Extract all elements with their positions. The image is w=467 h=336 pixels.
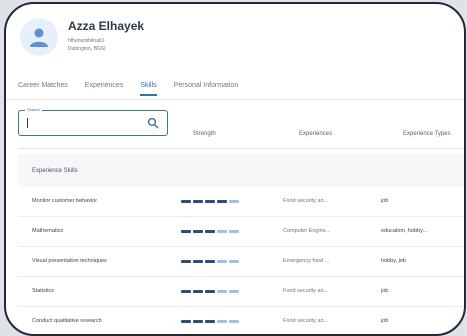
- header-divider: [18, 148, 464, 149]
- strength-segment-filled: [181, 320, 191, 323]
- strength-bar: [181, 230, 239, 233]
- section-title: Experience Skills: [32, 168, 78, 174]
- avatar: [20, 18, 58, 56]
- strength-segment-filled: [181, 290, 191, 293]
- user-icon: [30, 28, 48, 47]
- strength-segment-empty: [229, 230, 239, 233]
- column-header-experiences[interactable]: Experiences: [299, 131, 332, 137]
- strength-segment-empty: [217, 320, 227, 323]
- skill-name: Conduct qualitative research: [32, 318, 102, 324]
- text-cursor: [27, 118, 28, 128]
- strength-segment-filled: [193, 260, 203, 263]
- skill-experience-type: hobby, job: [381, 258, 406, 264]
- skill-experience: Food security an...: [283, 288, 329, 294]
- strength-segment-empty: [229, 290, 239, 293]
- strength-segment-filled: [205, 320, 215, 323]
- profile-location: Dubington, BGSI: [68, 46, 106, 52]
- tabs-divider: [6, 99, 464, 100]
- skill-experience-type: education, hobby...: [381, 228, 428, 234]
- strength-bar: [181, 200, 239, 203]
- column-header-strength[interactable]: Strength: [193, 131, 216, 137]
- table-row[interactable]: Visual presentation techniques Emergency…: [18, 247, 464, 277]
- strength-segment-empty: [229, 320, 239, 323]
- skill-experience: Food security an...: [283, 198, 329, 204]
- tab-personal-information[interactable]: Personal Information: [174, 82, 239, 96]
- search-label: Search: [25, 107, 42, 113]
- search-input[interactable]: [25, 116, 143, 129]
- strength-segment-filled: [181, 200, 191, 203]
- profile-name: Azza Elhayek: [68, 19, 145, 33]
- strength-segment-filled: [181, 260, 191, 263]
- column-header-experience-types[interactable]: Experience Types: [403, 131, 451, 137]
- section-header: Experience Skills: [18, 154, 464, 187]
- skill-experience-type: job: [381, 198, 389, 204]
- tab-skills[interactable]: Skills: [140, 82, 157, 96]
- tab-career-matches[interactable]: Career Matches: [18, 82, 68, 96]
- skill-name: Mathematics: [32, 228, 64, 234]
- strength-bar: [181, 260, 239, 263]
- profile-email: hfhensmihilnab1: [68, 38, 105, 44]
- strength-segment-filled: [181, 230, 191, 233]
- skill-experience-type: job: [381, 318, 389, 324]
- strength-segment-filled: [193, 200, 203, 203]
- skill-name: Monitor customer behavior: [32, 198, 98, 204]
- strength-segment-filled: [193, 230, 203, 233]
- strength-segment-filled: [205, 230, 215, 233]
- skill-experience: Food security an...: [283, 318, 329, 324]
- skill-experience: Computer Engine...: [283, 228, 331, 234]
- strength-segment-empty: [229, 260, 239, 263]
- strength-segment-empty: [217, 230, 227, 233]
- strength-segment-filled: [217, 200, 227, 203]
- strength-segment-filled: [193, 290, 203, 293]
- strength-segment-empty: [217, 290, 227, 293]
- strength-bar: [181, 320, 239, 323]
- skill-name: Statistics: [32, 288, 55, 294]
- strength-segment-filled: [205, 200, 215, 203]
- tab-bar: Career Matches Experiences Skills Person…: [18, 82, 238, 96]
- strength-segment-filled: [205, 260, 215, 263]
- tab-experiences[interactable]: Experiences: [85, 82, 124, 96]
- search-icon[interactable]: [147, 117, 159, 129]
- strength-segment-empty: [229, 200, 239, 203]
- strength-bar: [181, 290, 239, 293]
- search-box[interactable]: Search: [18, 107, 168, 136]
- table-row[interactable]: Conduct qualitative research Food securi…: [18, 307, 464, 334]
- skill-experience-type: job: [381, 288, 389, 294]
- skill-name: Visual presentation techniques: [32, 258, 107, 264]
- strength-segment-filled: [205, 290, 215, 293]
- strength-segment-empty: [217, 260, 227, 263]
- table-row[interactable]: Statistics Food security an... job: [18, 277, 464, 307]
- table-row[interactable]: Mathematics Computer Engine... education…: [18, 217, 464, 247]
- skill-experience: Emergency food ...: [283, 258, 330, 264]
- table-row[interactable]: Monitor customer behavior Food security …: [18, 187, 464, 217]
- app-window: Azza Elhayek hfhensmihilnab1 Dubington, …: [4, 2, 466, 336]
- strength-segment-filled: [193, 320, 203, 323]
